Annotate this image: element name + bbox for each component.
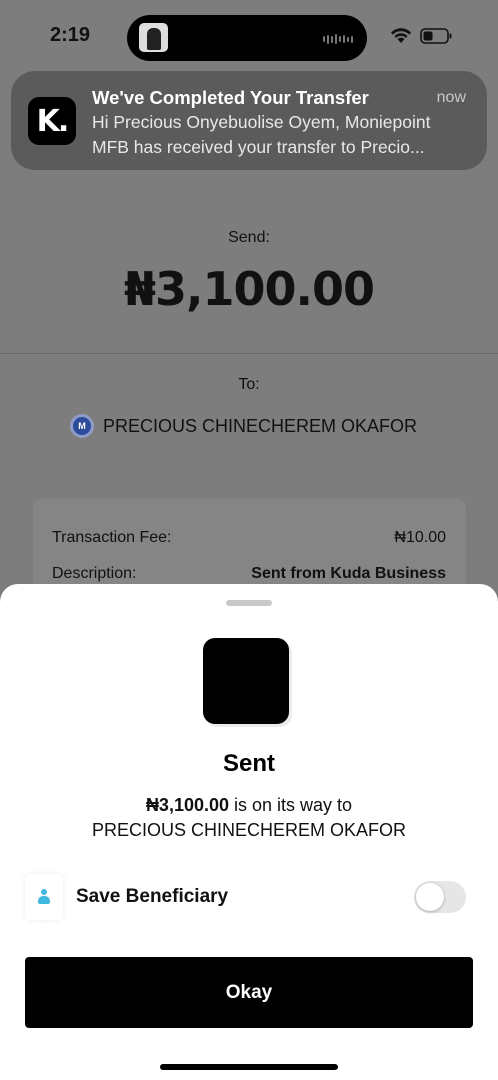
audio-waveform-icon [323,34,353,44]
notification-body: Hi Precious Onyebuolise Oyem, Moniepoint… [92,110,470,160]
sent-amount: ₦3,100.00 [145,795,230,815]
fee-value: ₦10.00 [394,529,446,546]
person-icon [38,889,50,905]
status-time: 2:19 [50,24,91,46]
moniepoint-bank-icon: M [70,414,94,438]
wifi-icon [391,28,411,43]
dynamic-island[interactable] [127,15,367,61]
divider [0,353,498,354]
notification-body-line-2: MFB has received your transfer to Precio… [92,137,425,157]
detail-row-description: Description: Sent from Kuda Business [52,565,446,583]
battery-icon [420,28,452,44]
recipient-name: PRECIOUS CHINECHEREM OKAFOR [103,415,418,436]
notification-body-line-1: Hi Precious Onyebuolise Oyem, Moniepoint [92,112,431,132]
send-label: Send: [228,229,270,246]
transfer-notification-banner[interactable]: K. We've Completed Your Transfer now Hi … [11,71,487,170]
now-playing-thumbnail [139,23,168,52]
sheet-grabber[interactable] [226,600,272,606]
sent-recipient: PRECIOUS CHINECHEREM OKAFOR [91,820,407,840]
status-bar: 2:19 [0,0,498,72]
notification-time: now [436,89,466,106]
save-beneficiary-toggle[interactable] [414,881,466,913]
sent-message: ₦3,100.00 is on its way to PRECIOUS CHIN… [0,793,498,843]
to-label: To: [238,376,260,393]
detail-row-fee: Transaction Fee: ₦10.00 [52,529,446,547]
notification-title: We've Completed Your Transfer [92,87,369,108]
sent-illustration [203,638,289,724]
kuda-app-icon: K. [28,97,76,145]
sent-title: Sent [222,750,275,777]
send-amount: ₦3,100.00 [124,262,375,316]
transfer-sent-bottom-sheet: Sent ₦3,100.00 is on its way to PRECIOUS… [0,584,498,1080]
save-beneficiary-row: Save Beneficiary [25,874,473,920]
save-beneficiary-label: Save Beneficiary [76,886,229,907]
sent-message-text: is on its way to [229,795,353,815]
home-indicator[interactable] [160,1064,338,1070]
fee-label: Transaction Fee: [52,529,172,546]
toggle-knob [416,883,444,911]
person-icon-box [25,874,63,920]
recipient-row: M PRECIOUS CHINECHEREM OKAFOR [70,413,417,439]
description-value: Sent from Kuda Business [251,565,446,582]
okay-button[interactable]: Okay [25,957,473,1028]
description-label: Description: [52,565,137,582]
